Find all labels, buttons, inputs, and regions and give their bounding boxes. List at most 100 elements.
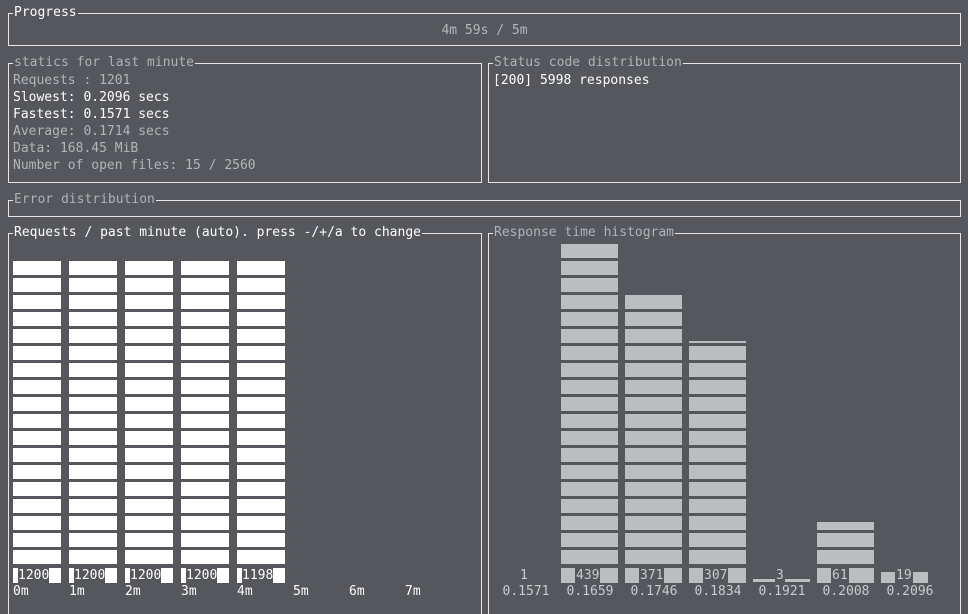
bar-segment xyxy=(181,448,229,462)
x-tick-label: 2m xyxy=(125,584,141,599)
histogram-bar-segment xyxy=(689,482,746,496)
histogram-panel: Response time histogram 1 0.1571 439 0.1659… xyxy=(488,225,961,614)
bar-segment xyxy=(237,363,285,377)
histogram-value-label: 19 xyxy=(881,568,938,583)
bar-segment xyxy=(69,414,117,428)
histogram-bar-segment xyxy=(561,550,618,564)
histogram-bar-segment xyxy=(561,380,618,394)
histogram-bar-segment xyxy=(561,244,618,258)
requests-stat: Requests : 1201 xyxy=(13,73,131,88)
histogram-bar-segment xyxy=(561,295,618,309)
bar-segment xyxy=(181,465,229,479)
bar-segment xyxy=(125,312,173,326)
progress-title: Progress xyxy=(13,5,78,21)
progress-text: 4m 59s / 5m xyxy=(441,23,528,38)
bar-segment xyxy=(13,261,61,275)
histogram-value-label: 307 xyxy=(689,568,746,583)
histogram-value-text: 3 xyxy=(775,568,785,583)
error-panel: Error distribution xyxy=(8,192,961,217)
requests-chart: 1200 0m 1200 1m 1200 2m 1200 3m 1198 4m 5m 6m 7m xyxy=(9,234,487,614)
bar-segment xyxy=(125,278,173,292)
bar-segment xyxy=(13,482,61,496)
histogram-bar-segment xyxy=(625,329,682,343)
histogram-value-label: 439 xyxy=(561,568,618,583)
bar-segment xyxy=(13,516,61,530)
bar-segment xyxy=(125,499,173,513)
histogram-bar-segment xyxy=(689,346,746,360)
status-code-title: Status code distribution xyxy=(493,55,683,71)
histogram-value-text: 371 xyxy=(639,568,665,583)
bar-value-label: 1200 xyxy=(69,568,117,583)
histogram-bar-segment xyxy=(625,346,682,360)
histogram-bar-segment xyxy=(561,312,618,326)
histogram-value-label: 3 xyxy=(753,568,810,583)
bar-segment xyxy=(125,346,173,360)
histogram-bar-segment xyxy=(625,397,682,411)
histogram-bar-segment xyxy=(689,448,746,462)
bar-segment xyxy=(13,363,61,377)
bar-segment xyxy=(69,533,117,547)
statistics-panel: statics for last minute Requests : 1201 … xyxy=(8,55,482,183)
error-title: Error distribution xyxy=(13,192,156,208)
bar-segment xyxy=(181,295,229,309)
histogram-bar-segment xyxy=(689,499,746,513)
histogram-bar-segment xyxy=(561,465,618,479)
bar-segment xyxy=(69,431,117,445)
histogram-bar-segment xyxy=(689,533,746,547)
histogram-bar-segment xyxy=(561,329,618,343)
histogram-bar-segment xyxy=(561,261,618,275)
bar-segment xyxy=(69,278,117,292)
bar-segment xyxy=(125,380,173,394)
status-code-panel: Status code distribution [200] 5998 resp… xyxy=(488,55,961,183)
bar-segment xyxy=(125,482,173,496)
histogram-bar-segment xyxy=(689,414,746,428)
bar-segment xyxy=(13,329,61,343)
bar-segment xyxy=(125,414,173,428)
bar-segment xyxy=(69,550,117,564)
bar-value-label: 1200 xyxy=(181,568,229,583)
bar-segment xyxy=(237,516,285,530)
bar-segment xyxy=(125,465,173,479)
bar-segment xyxy=(181,380,229,394)
bar-segment xyxy=(69,363,117,377)
histogram-bar-segment xyxy=(561,346,618,360)
histogram-x-tick-label: 0.1834 xyxy=(694,584,742,599)
bar-value-text: 1198 xyxy=(242,568,274,583)
histogram-bar-segment xyxy=(625,499,682,513)
bar-segment xyxy=(237,329,285,343)
histogram-x-tick-label: 0.2096 xyxy=(886,584,934,599)
open-files-stat: Number of open files: 15 / 2560 xyxy=(13,158,256,173)
status-code-line: [200] 5998 responses xyxy=(493,73,650,88)
bar-segment xyxy=(181,363,229,377)
histogram-bar-segment xyxy=(625,414,682,428)
bar-segment xyxy=(237,380,285,394)
bar-segment xyxy=(69,346,117,360)
bar-segment xyxy=(69,482,117,496)
bar-segment xyxy=(13,448,61,462)
bar-segment xyxy=(181,533,229,547)
average-stat: Average: 0.1714 secs xyxy=(13,124,170,139)
histogram-value-label: 1 xyxy=(497,568,554,583)
slowest-stat: Slowest: 0.2096 secs xyxy=(13,90,170,105)
histogram-bar-segment xyxy=(625,465,682,479)
histogram-chart: 1 0.1571 439 0.1659 371 0.1746 307 0.1834 3 0.192… xyxy=(489,234,959,614)
bar-segment xyxy=(181,312,229,326)
x-tick-label: 0m xyxy=(13,584,29,599)
bar-value-label: 1200 xyxy=(125,568,173,583)
bar-segment xyxy=(237,448,285,462)
bar-segment xyxy=(125,329,173,343)
bar-segment xyxy=(125,431,173,445)
requests-panel: Requests / past minute (auto). press -/+… xyxy=(8,225,482,614)
bar-segment xyxy=(125,363,173,377)
histogram-value-label: 371 xyxy=(625,568,682,583)
histogram-bar-segment xyxy=(689,341,746,343)
bar-segment xyxy=(181,550,229,564)
bar-segment xyxy=(237,346,285,360)
bar-segment xyxy=(237,295,285,309)
bar-segment xyxy=(181,346,229,360)
histogram-bar-segment xyxy=(625,516,682,530)
bar-segment xyxy=(13,431,61,445)
histogram-bar-segment xyxy=(625,363,682,377)
x-tick-label: 7m xyxy=(405,584,421,599)
bar-segment xyxy=(237,397,285,411)
